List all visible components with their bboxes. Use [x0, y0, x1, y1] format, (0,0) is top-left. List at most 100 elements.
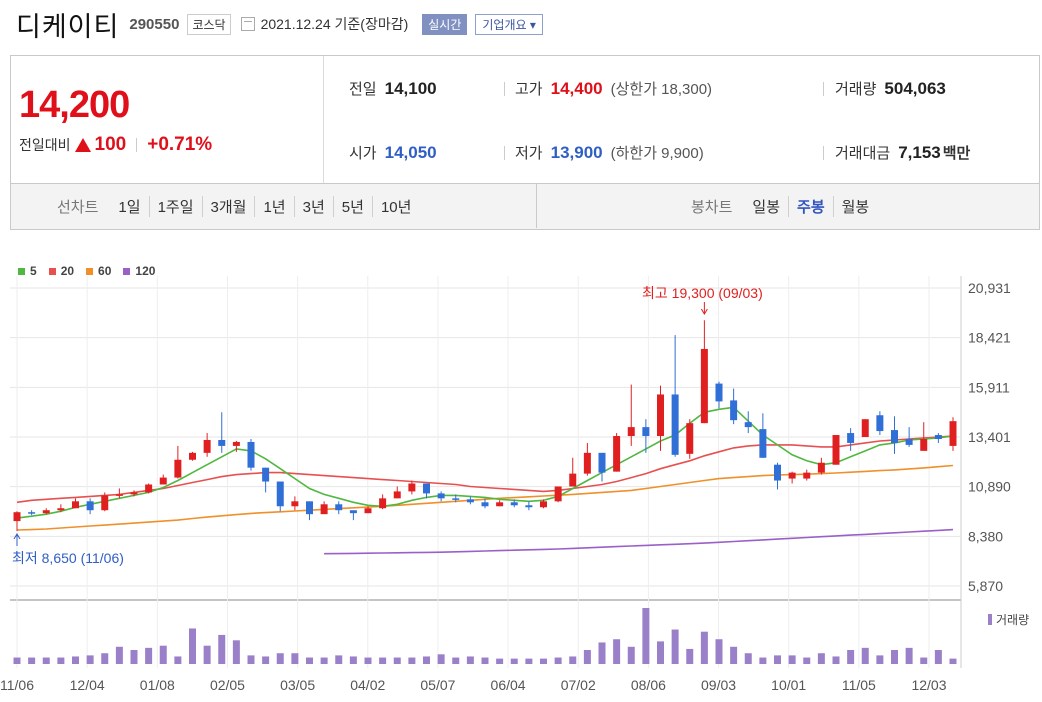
candle-body: [525, 505, 533, 508]
volume-bar: [642, 608, 650, 664]
candle-body: [744, 422, 752, 428]
tab-monthly[interactable]: 월봉: [832, 195, 878, 217]
volume-bar: [189, 628, 196, 664]
tab-3m[interactable]: 3개월: [201, 195, 255, 217]
candle-body: [671, 394, 679, 455]
chevron-down-icon: ▾: [529, 17, 536, 32]
tab-5y[interactable]: 5년: [332, 195, 372, 217]
volume-bar: [788, 655, 796, 664]
volume-bar: [28, 657, 36, 664]
candle-body: [891, 430, 898, 443]
change-row: 전일대비 100 +0.71%: [19, 134, 212, 156]
candle-body: [262, 467, 270, 482]
candle-body: [349, 510, 357, 514]
volume-bar: [627, 646, 635, 664]
volume: 거래량 504,063: [835, 78, 946, 99]
prev-close-label: 전일: [349, 81, 377, 98]
volume-bar: [583, 650, 591, 664]
candle-body: [174, 459, 182, 478]
candle-body: [306, 501, 313, 515]
candle-body: [481, 502, 489, 507]
volume-value: 504,063: [884, 79, 946, 98]
stock-code: 290550: [129, 15, 180, 33]
candle-body: [540, 501, 547, 508]
tab-1y[interactable]: 1년: [254, 195, 293, 217]
x-tick-label: 05/07: [420, 677, 455, 693]
candle-body: [101, 495, 109, 511]
candle-body: [189, 452, 196, 460]
company-info-dropdown[interactable]: 기업개요 ▾: [475, 13, 543, 35]
candle-body: [905, 438, 913, 445]
x-tick-label: 07/02: [561, 677, 596, 693]
volume-bar: [42, 657, 50, 664]
volume-bar: [320, 657, 328, 664]
candle-body: [803, 472, 811, 479]
tab-weekly[interactable]: 주봉: [788, 195, 833, 217]
stock-name: 디케이티: [16, 11, 120, 42]
x-tick-label: 11/06: [0, 677, 34, 693]
candlestick-chart[interactable]: 20,931 18,421 15,911 13,401 10,890 8,380 5,870…: [0, 250, 1042, 702]
tab-10y[interactable]: 10년: [371, 195, 420, 217]
candle-body: [28, 512, 36, 514]
volume-bar: [203, 645, 211, 664]
candle-chart-label: 봉차트: [691, 198, 733, 216]
volume-bar: [525, 658, 533, 664]
tab-1d[interactable]: 1일: [110, 196, 148, 217]
x-tick-label: 01/08: [140, 677, 175, 693]
trade-amount: 거래대금 7,153 백만: [835, 142, 970, 163]
high-annotation: 최고 19,300 (09/03): [642, 285, 763, 301]
chart-tabs: 선차트 1일 1주일 3개월 1년 3년 5년 10년 봉차트 일봉 주봉 월봉: [10, 184, 1040, 230]
candle-body: [920, 438, 928, 451]
y-tick-label: 15,911: [968, 379, 1010, 395]
tab-daily[interactable]: 일봉: [744, 196, 788, 217]
candle-body: [642, 427, 650, 437]
y-tick-label: 8,380: [968, 528, 1003, 544]
volume-bar: [920, 657, 928, 664]
quote-date: 2021.12.24 기준(장마감): [260, 16, 409, 32]
tab-3y[interactable]: 3년: [293, 195, 333, 217]
volume-bar: [876, 655, 884, 664]
candle-body: [159, 477, 167, 485]
volume-bar: [847, 650, 855, 664]
volume-bar: [481, 657, 489, 664]
x-tick-label: 02/05: [210, 677, 245, 693]
candle-body: [832, 435, 840, 465]
volume-bar: [613, 639, 621, 664]
candle-body: [934, 435, 942, 439]
realtime-button[interactable]: 실시간: [422, 13, 468, 35]
candle-body: [320, 504, 328, 515]
volume-bar: [423, 656, 430, 664]
volume-bar: [861, 647, 869, 664]
volume-bar: [715, 639, 723, 664]
candle-body: [203, 439, 211, 453]
volume-bar: [86, 655, 94, 664]
candle-body: [335, 504, 343, 511]
candle-body: [496, 502, 504, 507]
tab-1w[interactable]: 1주일: [148, 195, 202, 217]
low-value: 13,900: [550, 143, 603, 162]
volume-bar: [554, 657, 562, 664]
candle-body: [218, 439, 226, 446]
volume-bar: [130, 650, 138, 664]
candle-body: [788, 472, 796, 479]
volume-bar: [671, 629, 679, 664]
candle-body: [510, 502, 518, 506]
volume-bar: [437, 654, 445, 664]
line-chart-tabs: 선차트 1일 1주일 3개월 1년 3년 5년 10년: [57, 184, 419, 228]
candle-body: [364, 508, 372, 514]
volume-bar: [115, 646, 123, 664]
volume-bar: [247, 655, 255, 664]
divider: [504, 82, 505, 96]
candle-body: [452, 498, 460, 500]
volume-legend-swatch: [988, 614, 992, 625]
low-annotation: 최저 8,650 (11/06): [12, 550, 124, 566]
volume-bar: [569, 656, 577, 664]
candle-body: [130, 492, 138, 495]
high-value: 14,400: [550, 79, 603, 98]
candle-body: [408, 483, 416, 492]
y-tick-label: 20,931: [968, 280, 1011, 296]
calendar-icon: [240, 17, 255, 31]
volume-bar: [774, 655, 781, 664]
divider: [823, 82, 824, 96]
prev-close-value: 14,100: [384, 79, 437, 98]
